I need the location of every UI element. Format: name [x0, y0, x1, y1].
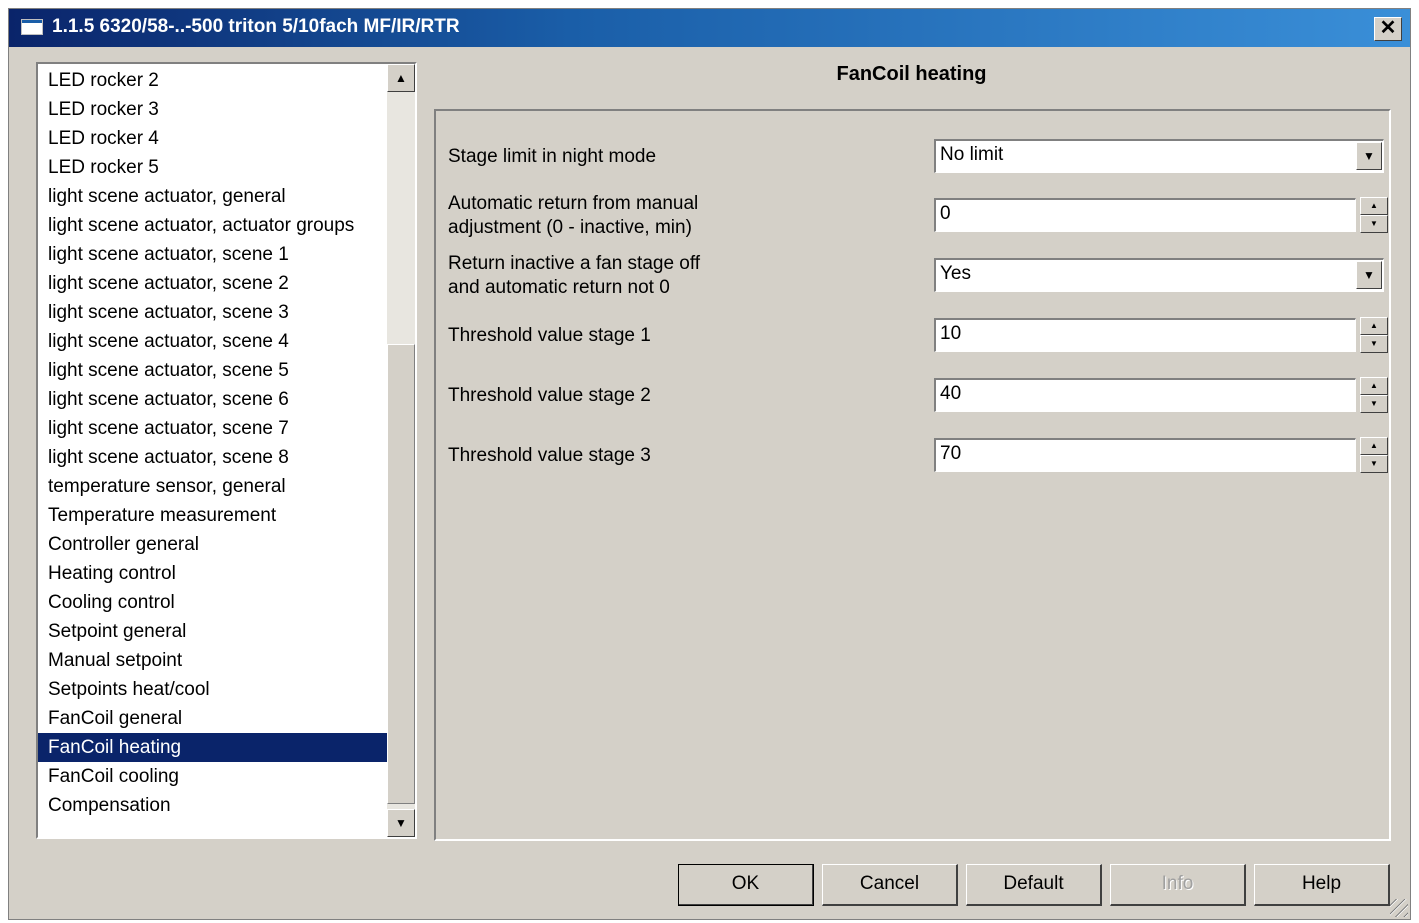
- tree-item[interactable]: LED rocker 3: [38, 95, 389, 124]
- dropdown-button[interactable]: ▼: [1356, 261, 1382, 289]
- tree-item[interactable]: Manual setpoint: [38, 646, 389, 675]
- info-button: Info: [1110, 864, 1246, 906]
- stage-limit-night-value: No limit: [940, 144, 1004, 165]
- spin-up-button[interactable]: ▲: [1360, 377, 1388, 395]
- scroll-down-button[interactable]: ▼: [387, 809, 415, 837]
- ok-button[interactable]: OK: [678, 864, 814, 906]
- window-app-icon: [21, 19, 43, 35]
- spin-up-button[interactable]: ▲: [1360, 437, 1388, 455]
- threshold-2-value: 40: [940, 383, 962, 404]
- tree-item[interactable]: Compensation: [38, 791, 389, 820]
- auto-return-label: Automatic return from manual adjustment …: [448, 192, 698, 240]
- tree-item[interactable]: Controller general: [38, 530, 389, 559]
- scroll-up-button[interactable]: ▲: [387, 64, 415, 92]
- tree-item[interactable]: Cooling control: [38, 588, 389, 617]
- tree-item[interactable]: temperature sensor, general: [38, 472, 389, 501]
- tree-item[interactable]: light scene actuator, scene 3: [38, 298, 389, 327]
- threshold-2-stepper[interactable]: ▲ ▼: [1360, 377, 1388, 413]
- tree-item[interactable]: FanCoil general: [38, 704, 389, 733]
- tree-item[interactable]: LED rocker 5: [38, 153, 389, 182]
- threshold-2-input[interactable]: 40: [934, 378, 1356, 412]
- arrow-up-icon: ▲: [1370, 201, 1378, 210]
- arrow-down-icon: ▼: [1370, 339, 1378, 348]
- arrow-down-icon: ▼: [1370, 399, 1378, 408]
- auto-return-value: 0: [940, 203, 951, 224]
- tree-item[interactable]: light scene actuator, scene 5: [38, 356, 389, 385]
- threshold-1-stepper[interactable]: ▲ ▼: [1360, 317, 1388, 353]
- panel-title: FanCoil heating: [836, 63, 987, 85]
- chevron-down-icon: ▼: [1363, 268, 1375, 282]
- spin-down-button[interactable]: ▼: [1360, 455, 1388, 473]
- return-inactive-dropdown[interactable]: Yes ▼: [934, 258, 1384, 292]
- tree-item[interactable]: Temperature measurement: [38, 501, 389, 530]
- tree-item[interactable]: light scene actuator, scene 8: [38, 443, 389, 472]
- tree-item[interactable]: LED rocker 2: [38, 66, 389, 95]
- resize-grip[interactable]: [1390, 899, 1408, 917]
- chevron-down-icon: ▼: [1363, 149, 1375, 163]
- threshold-3-label: Threshold value stage 3: [448, 445, 651, 466]
- window-title: 1.1.5 6320/58-..-500 triton 5/10fach MF/…: [52, 16, 460, 37]
- tree-item[interactable]: Setpoint general: [38, 617, 389, 646]
- arrow-down-icon: ▼: [1370, 459, 1378, 468]
- arrow-down-icon: ▼: [1370, 219, 1378, 228]
- tree-scrollbar[interactable]: ▲ ▼: [387, 64, 415, 837]
- threshold-1-input[interactable]: 10: [934, 318, 1356, 352]
- threshold-1-value: 10: [940, 323, 962, 344]
- spin-down-button[interactable]: ▼: [1360, 395, 1388, 413]
- spin-down-button[interactable]: ▼: [1360, 215, 1388, 233]
- scroll-thumb[interactable]: [387, 344, 415, 804]
- dialog-window: 1.1.5 6320/58-..-500 triton 5/10fach MF/…: [8, 8, 1411, 920]
- return-inactive-label-line2: and automatic return not 0: [448, 277, 670, 298]
- close-button[interactable]: ✕: [1374, 17, 1402, 41]
- return-inactive-label-line1: Return inactive a fan stage off: [448, 253, 701, 274]
- arrow-up-icon: ▲: [1370, 441, 1378, 450]
- tree-item[interactable]: light scene actuator, scene 2: [38, 269, 389, 298]
- tree-item[interactable]: light scene actuator, scene 7: [38, 414, 389, 443]
- cancel-button[interactable]: Cancel: [822, 864, 958, 906]
- spin-down-button[interactable]: ▼: [1360, 335, 1388, 353]
- threshold-2-label: Threshold value stage 2: [448, 385, 651, 406]
- title-bar[interactable]: 1.1.5 6320/58-..-500 triton 5/10fach MF/…: [9, 9, 1410, 47]
- tree-items: LED rocker 2 LED rocker 3 LED rocker 4 LED …: [38, 66, 389, 820]
- threshold-3-value: 70: [940, 443, 962, 464]
- tree-item[interactable]: Heating control: [38, 559, 389, 588]
- arrow-up-icon: ▲: [1370, 381, 1378, 390]
- stage-limit-night-dropdown[interactable]: No limit ▼: [934, 139, 1384, 173]
- stage-limit-night-label: Stage limit in night mode: [448, 146, 657, 167]
- dropdown-button[interactable]: ▼: [1356, 142, 1382, 170]
- tree-item[interactable]: light scene actuator, scene 6: [38, 385, 389, 414]
- auto-return-label-line2: adjustment (0 - inactive, min): [448, 217, 692, 238]
- tree-item[interactable]: Setpoints heat/cool: [38, 675, 389, 704]
- default-button[interactable]: Default: [966, 864, 1102, 906]
- tree-item[interactable]: FanCoil heating: [38, 733, 389, 762]
- help-button[interactable]: Help: [1254, 864, 1390, 906]
- tree-item[interactable]: light scene actuator, general: [38, 182, 389, 211]
- threshold-1-label: Threshold value stage 1: [448, 325, 651, 346]
- auto-return-label-line1: Automatic return from manual: [448, 193, 699, 214]
- auto-return-stepper[interactable]: ▲ ▼: [1360, 197, 1388, 233]
- arrow-down-icon: ▼: [395, 816, 407, 830]
- return-inactive-label: Return inactive a fan stage off and auto…: [448, 252, 700, 300]
- return-inactive-value: Yes: [940, 263, 971, 284]
- close-icon: ✕: [1379, 17, 1397, 39]
- spin-up-button[interactable]: ▲: [1360, 317, 1388, 335]
- threshold-3-input[interactable]: 70: [934, 438, 1356, 472]
- tree-item[interactable]: light scene actuator, scene 4: [38, 327, 389, 356]
- tree-item[interactable]: FanCoil cooling: [38, 762, 389, 791]
- tree-item[interactable]: light scene actuator, actuator groups: [38, 211, 389, 240]
- arrow-up-icon: ▲: [395, 71, 407, 85]
- spin-up-button[interactable]: ▲: [1360, 197, 1388, 215]
- threshold-3-stepper[interactable]: ▲ ▼: [1360, 437, 1388, 473]
- parameter-tree-list[interactable]: LED rocker 2 LED rocker 3 LED rocker 4 LED …: [36, 62, 417, 839]
- tree-item[interactable]: light scene actuator, scene 1: [38, 240, 389, 269]
- tree-item[interactable]: LED rocker 4: [38, 124, 389, 153]
- auto-return-input[interactable]: 0: [934, 198, 1356, 232]
- arrow-up-icon: ▲: [1370, 321, 1378, 330]
- parameters-panel: Stage limit in night mode No limit ▼ Aut…: [434, 109, 1391, 841]
